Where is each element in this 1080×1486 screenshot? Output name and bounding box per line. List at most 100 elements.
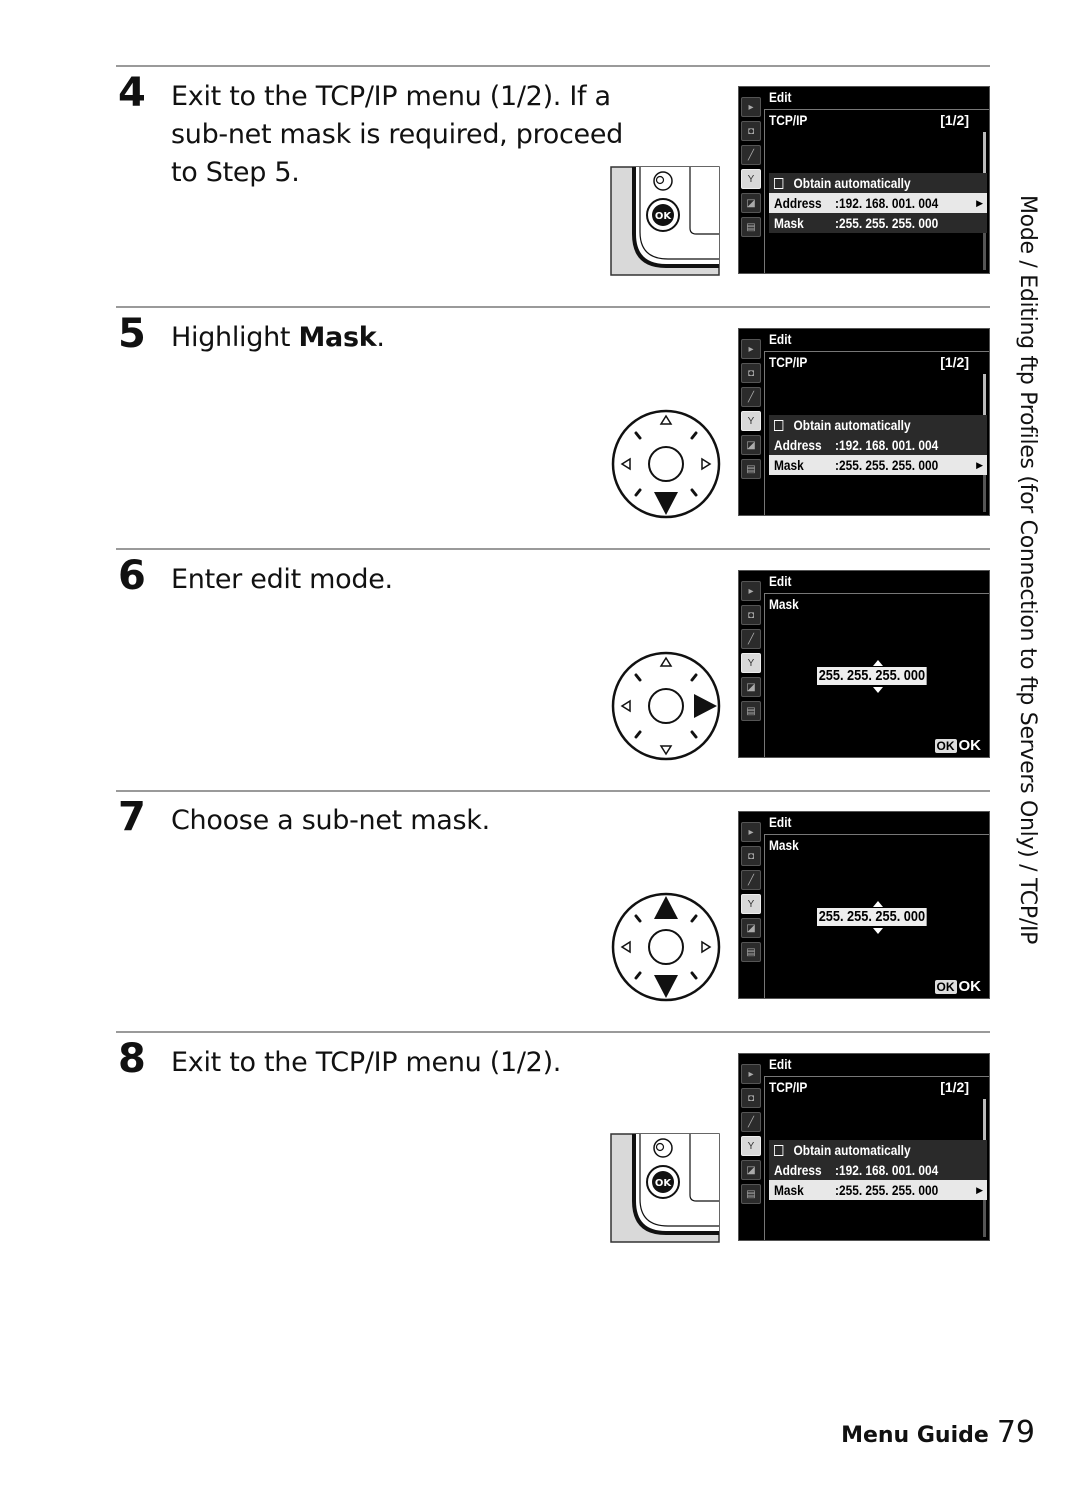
row-value: :255. 255. 255. 000 — [835, 215, 939, 231]
screen-title: TCP/IP — [769, 354, 808, 370]
recent-settings-icon: ▤ — [741, 942, 761, 962]
increment-caret-icon — [873, 901, 883, 907]
recent-settings-icon: ▤ — [741, 459, 761, 479]
ok-button-icon: OK — [934, 980, 957, 994]
playback-icon: ▸ — [741, 97, 761, 117]
step-text: Enter edit mode. — [171, 564, 393, 595]
address-row[interactable]: Address:192. 168. 001. 004 — [769, 435, 987, 455]
page-indicator: [1/2] — [940, 1079, 969, 1095]
wrench-icon: Y — [741, 411, 761, 431]
obtain-automatically-row[interactable]: Obtain automatically — [769, 1140, 987, 1160]
pencil-icon: ╱ — [741, 387, 761, 407]
divider — [116, 548, 990, 550]
row-label: Obtain automatically — [793, 417, 911, 433]
ok-hint-label: OK — [958, 978, 982, 995]
ok-hint: OK OK — [934, 978, 982, 995]
section-side-title: Mode / Editing ftp Profiles (for Connect… — [1015, 195, 1040, 945]
multi-selector-up-down-illustration — [611, 892, 721, 1002]
step-text: Exit to the TCP/IP menu (1/2). — [171, 1047, 562, 1078]
row-value: :255. 255. 255. 000 — [835, 457, 939, 473]
ok-hint-label: OK — [958, 737, 982, 754]
mask-row[interactable]: Mask :255. 255. 255. 000 — [769, 213, 987, 233]
wrench-icon: Y — [741, 169, 761, 189]
mask-row[interactable]: Mask:255. 255. 255. 000 ▶ — [769, 1180, 987, 1200]
footer-label: Menu Guide — [841, 1423, 989, 1448]
recent-settings-icon: ▤ — [741, 217, 761, 237]
multi-selector-right-illustration — [611, 651, 721, 761]
screen-title: Mask — [769, 837, 799, 853]
ok-button-label: OK — [655, 1178, 673, 1189]
step-text-suffix: . — [376, 322, 385, 353]
pencil-icon: ╱ — [741, 145, 761, 165]
camera-screen-tcpip: ▸ ◘ ╱ Y ◪ ▤ Edit TCP/IP [1/2] Obtain aut… — [738, 1053, 990, 1241]
camera-screen-tcpip: ▸ ◘ ╱ Y ◪ ▤ Edit TCP/IP [1/2] Obtain aut… — [738, 328, 990, 516]
ok-button-illustration: OK — [610, 1133, 720, 1243]
wrench-icon: Y — [741, 1136, 761, 1156]
screen-header: Edit — [769, 331, 792, 347]
mask-row[interactable]: Mask:255. 255. 255. 000 ▶ — [769, 455, 987, 475]
screen-title: TCP/IP — [769, 112, 808, 128]
decrement-caret-icon — [873, 687, 883, 693]
menu-tabs: ▸ ◘ ╱ Y ◪ ▤ — [741, 581, 763, 725]
obtain-automatically-row[interactable]: Obtain automatically — [769, 173, 987, 193]
step-number: 6 — [118, 553, 146, 599]
step-number: 8 — [118, 1036, 146, 1082]
screen-header: Edit — [769, 1056, 792, 1072]
screen-title: TCP/IP — [769, 1079, 808, 1095]
row-value: :192. 168. 001. 004 — [835, 1162, 939, 1178]
row-label: Mask — [774, 457, 804, 473]
obtain-automatically-row[interactable]: Obtain automatically — [769, 415, 987, 435]
center-button — [648, 446, 684, 482]
checkbox-icon — [774, 1144, 784, 1156]
step-text-prefix: Highlight — [171, 322, 299, 353]
menu-tabs: ▸ ◘ ╱ Y ◪ ▤ — [741, 97, 763, 241]
checkbox-icon — [774, 177, 784, 189]
camera-icon: ◘ — [741, 605, 761, 625]
divider — [116, 790, 990, 792]
retouch-icon: ◪ — [741, 435, 761, 455]
checkbox-icon — [774, 419, 784, 431]
ok-button-label: OK — [655, 211, 673, 222]
step-text: Highlight Mask. — [171, 319, 641, 357]
divider — [116, 1031, 990, 1033]
page-indicator: [1/2] — [940, 112, 969, 128]
ok-button-illustration: OK — [610, 166, 720, 276]
step-number: 4 — [118, 70, 146, 116]
playback-icon: ▸ — [741, 339, 761, 359]
playback-icon: ▸ — [741, 581, 761, 601]
row-value: :255. 255. 255. 000 — [835, 1182, 939, 1198]
camera-icon: ◘ — [741, 121, 761, 141]
center-button — [648, 688, 684, 724]
row-label: Obtain automatically — [793, 175, 911, 191]
row-label: Obtain automatically — [793, 1142, 911, 1158]
row-value: :192. 168. 001. 004 — [835, 437, 939, 453]
divider — [116, 65, 990, 67]
retouch-icon: ◪ — [741, 918, 761, 938]
camera-icon: ◘ — [741, 363, 761, 383]
wrench-icon: Y — [741, 894, 761, 914]
step-number: 7 — [118, 794, 146, 840]
row-label: Mask — [774, 215, 804, 231]
address-row[interactable]: Address :192. 168. 001. 004 — [769, 1160, 987, 1180]
step-text: Choose a sub-net mask. — [171, 805, 490, 836]
address-row[interactable]: Address:192. 168. 001. 004 ▶ — [769, 193, 987, 213]
increment-caret-icon — [873, 660, 883, 666]
pencil-icon: ╱ — [741, 1112, 761, 1132]
retouch-icon: ◪ — [741, 1160, 761, 1180]
pencil-icon: ╱ — [741, 629, 761, 649]
row-label: Address — [774, 1162, 822, 1178]
multi-selector-down-illustration — [611, 409, 721, 519]
camera-icon: ◘ — [741, 1088, 761, 1108]
ok-hint: OK OK — [934, 737, 982, 754]
screen-header: Edit — [769, 573, 792, 589]
camera-screen-tcpip: ▸ ◘ ╱ Y ◪ ▤ Edit TCP/IP [1/2] Obtain aut… — [738, 86, 990, 274]
page-indicator: [1/2] — [940, 354, 969, 370]
ok-button-icon: OK — [934, 739, 957, 753]
mask-edit-field[interactable]: 255. 255. 255. 000 — [817, 667, 927, 685]
row-label: Address — [774, 195, 822, 211]
decrement-caret-icon — [873, 928, 883, 934]
mask-edit-field[interactable]: 255. 255. 255. 000 — [817, 908, 927, 926]
menu-tabs: ▸ ◘ ╱ Y ◪ ▤ — [741, 822, 763, 966]
screen-header: Edit — [769, 814, 792, 830]
step-text: Exit to the TCP/IP menu (1/2). If a sub-… — [171, 81, 624, 188]
